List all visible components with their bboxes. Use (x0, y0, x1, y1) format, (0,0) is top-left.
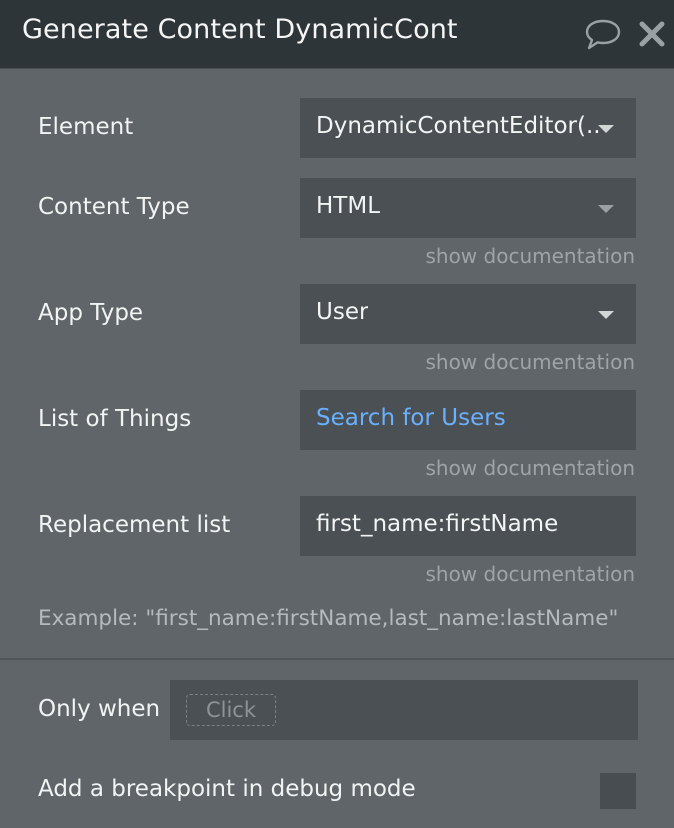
example-text: Example: "first_name:firstName,last_name… (38, 606, 619, 631)
breakpoint-checkbox[interactable] (600, 773, 636, 809)
list-of-things-doc-link[interactable]: show documentation (425, 456, 635, 480)
list-of-things-label: List of Things (38, 406, 192, 432)
replacement-list-input[interactable]: first_name:firstName (300, 496, 636, 556)
panel-header: Generate Content DynamicCont (0, 0, 674, 69)
app-type-label: App Type (38, 300, 144, 326)
only-when-condition-field[interactable]: Click (170, 680, 638, 740)
app-type-dropdown[interactable]: User (300, 284, 636, 344)
property-editor-panel: Generate Content DynamicCont Element Dyn… (0, 0, 674, 828)
app-type-doc-link[interactable]: show documentation (425, 350, 635, 374)
element-dropdown[interactable]: DynamicContentEditor(... (300, 98, 636, 158)
section-divider (0, 658, 674, 660)
close-icon[interactable] (638, 20, 666, 52)
comment-icon[interactable] (584, 18, 622, 54)
click-placeholder-chip[interactable]: Click (186, 694, 276, 726)
app-type-value: User (316, 299, 369, 325)
element-label: Element (38, 114, 134, 140)
replacement-list-doc-link[interactable]: show documentation (425, 562, 635, 586)
element-value: DynamicContentEditor(... (316, 113, 600, 139)
chevron-down-icon (598, 205, 614, 213)
breakpoint-label: Add a breakpoint in debug mode (38, 776, 416, 802)
content-type-label: Content Type (38, 194, 190, 220)
panel-title: Generate Content DynamicCont (22, 14, 458, 45)
content-type-dropdown[interactable]: HTML (300, 178, 636, 238)
replacement-list-value: first_name:firstName (316, 511, 559, 537)
content-type-doc-link[interactable]: show documentation (425, 244, 635, 268)
replacement-list-label: Replacement list (38, 512, 231, 538)
chevron-down-icon (598, 125, 614, 133)
list-of-things-expression[interactable]: Search for Users (300, 390, 636, 450)
content-type-value: HTML (316, 193, 381, 219)
chevron-down-icon (598, 311, 614, 319)
list-of-things-value[interactable]: Search for Users (316, 405, 506, 431)
only-when-label: Only when (38, 696, 161, 722)
